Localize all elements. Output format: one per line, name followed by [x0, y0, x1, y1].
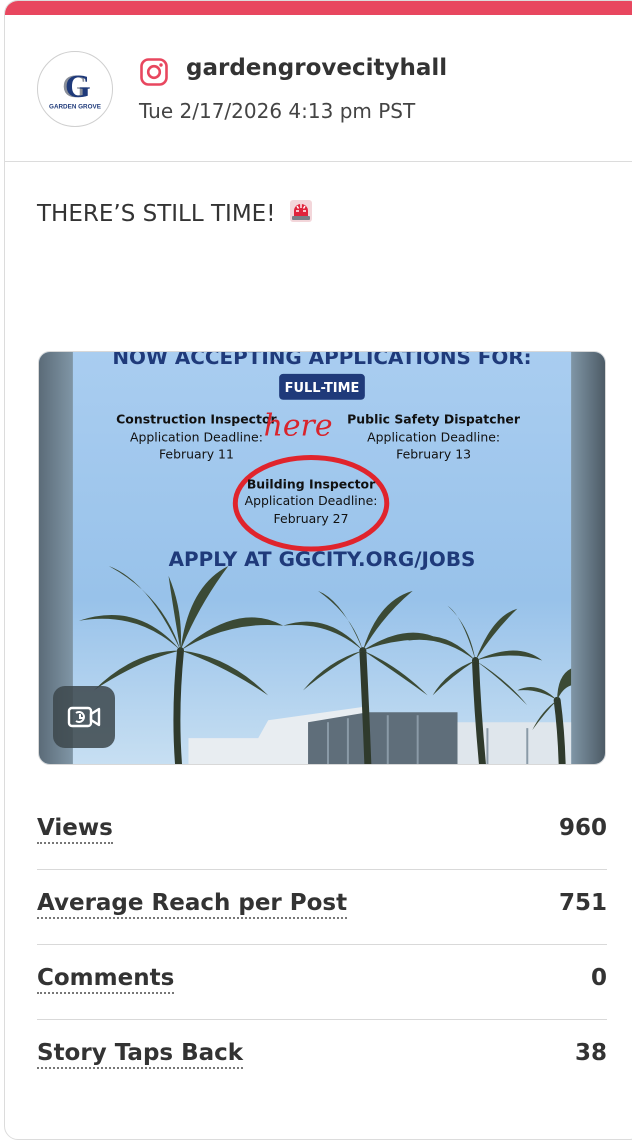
job-title-1: Construction Inspector — [116, 412, 277, 427]
job-deadline-2: February 13 — [396, 446, 471, 461]
stat-row-story-taps-back: Story Taps Back 38 — [37, 1020, 607, 1094]
stat-row-comments: Comments 0 — [37, 945, 607, 1020]
stat-value-views: 960 — [558, 815, 607, 841]
stat-value-reach: 751 — [558, 890, 607, 916]
instagram-icon — [140, 58, 168, 86]
job-deadline-label-1: Application Deadline: — [130, 430, 263, 445]
post-timestamp: Tue 2/17/2026 4:13 pm PST — [139, 99, 416, 123]
job-deadline-label-3: Application Deadline: — [245, 493, 378, 508]
video-badge[interactable] — [53, 686, 115, 748]
job-deadline-1: February 11 — [159, 446, 234, 461]
stat-value-story-taps-back: 38 — [574, 1040, 607, 1066]
stat-label-story-taps-back[interactable]: Story Taps Back — [37, 1040, 244, 1069]
svg-text:G: G — [65, 69, 91, 105]
job-title-3: Building Inspector — [247, 476, 376, 491]
stat-label-reach[interactable]: Average Reach per Post — [37, 890, 348, 919]
job-title-2: Public Safety Dispatcher — [347, 412, 521, 427]
post-caption: THERE’S STILL TIME! — [37, 199, 313, 227]
stat-row-reach: Average Reach per Post 751 — [37, 870, 607, 945]
caption-text: THERE’S STILL TIME! — [37, 201, 276, 227]
video-icon — [67, 706, 101, 728]
stat-row-views: Views 960 — [37, 795, 607, 870]
stat-label-views[interactable]: Views — [37, 815, 113, 844]
media-headline: NOW ACCEPTING APPLICATIONS FOR: — [112, 352, 531, 369]
handwritten-annotation: here — [264, 409, 333, 444]
avatar-logo-text: GARDEN GROVE — [49, 103, 101, 110]
post-header: G G GARDEN GROVE gardengrovecityhall Tue… — [5, 15, 632, 162]
post-media[interactable]: NOW ACCEPTING APPLICATIONS FOR: FULL-TIM… — [38, 351, 606, 765]
post-card: G G GARDEN GROVE gardengrovecityhall Tue… — [4, 0, 632, 1140]
account-handle[interactable]: gardengrovecityhall — [186, 55, 447, 81]
job-deadline-3: February 27 — [274, 511, 349, 526]
siren-icon — [289, 200, 312, 222]
media-badge: FULL-TIME — [285, 381, 360, 396]
accent-bar — [5, 1, 632, 15]
stat-label-comments[interactable]: Comments — [37, 965, 175, 994]
avatar[interactable]: G G GARDEN GROVE — [37, 51, 113, 127]
post-stats: Views 960 Average Reach per Post 751 Com… — [37, 795, 607, 1094]
job-deadline-label-2: Application Deadline: — [367, 430, 500, 445]
stat-value-comments: 0 — [590, 965, 607, 991]
media-cta: APPLY AT GGCITY.ORG/JOBS — [169, 548, 476, 571]
